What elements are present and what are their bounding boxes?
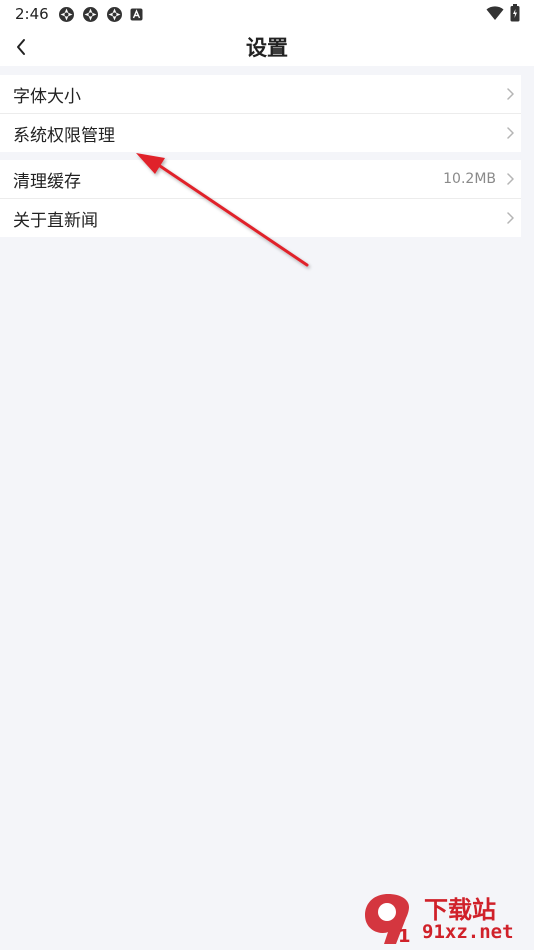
app-header: 设置 bbox=[0, 28, 534, 66]
chevron-right-icon bbox=[507, 127, 514, 139]
chevron-right-icon bbox=[507, 173, 514, 185]
cache-size-value: 10.2MB bbox=[443, 171, 496, 187]
system-icons bbox=[486, 4, 520, 22]
settings-item-label: 清理缓存 bbox=[13, 171, 81, 192]
status-time: 2:46 bbox=[15, 5, 49, 23]
watermark-logo-icon: 1 bbox=[365, 894, 411, 946]
settings-item-label: 系统权限管理 bbox=[13, 125, 115, 146]
notification-icon bbox=[83, 6, 98, 22]
settings-item-font-size[interactable]: 字体大小 bbox=[0, 75, 521, 113]
notification-icon bbox=[107, 6, 122, 22]
notification-icon bbox=[59, 6, 74, 22]
app-icon bbox=[130, 8, 143, 20]
settings-item-clear-cache[interactable]: 清理缓存 10.2MB bbox=[0, 160, 521, 198]
settings-group-display: 字体大小 系统权限管理 bbox=[0, 75, 521, 152]
settings-item-about[interactable]: 关于直新闻 bbox=[0, 198, 521, 237]
settings-item-system-permissions[interactable]: 系统权限管理 bbox=[0, 113, 521, 152]
watermark: 1 下载站 91xz.net bbox=[360, 890, 530, 948]
notification-icons bbox=[58, 5, 143, 23]
wifi-icon bbox=[486, 6, 504, 20]
settings-item-label: 字体大小 bbox=[13, 86, 81, 107]
status-bar: 2:46 bbox=[0, 0, 534, 28]
settings-group-app: 清理缓存 10.2MB 关于直新闻 bbox=[0, 160, 521, 237]
page-title: 设置 bbox=[246, 36, 288, 60]
battery-icon bbox=[510, 4, 520, 22]
svg-text:1: 1 bbox=[398, 926, 411, 946]
chevron-right-icon bbox=[507, 88, 514, 100]
settings-item-label: 关于直新闻 bbox=[13, 210, 98, 231]
watermark-site: 91xz.net bbox=[422, 921, 514, 943]
chevron-right-icon bbox=[507, 212, 514, 224]
watermark-title: 下载站 bbox=[424, 896, 496, 924]
